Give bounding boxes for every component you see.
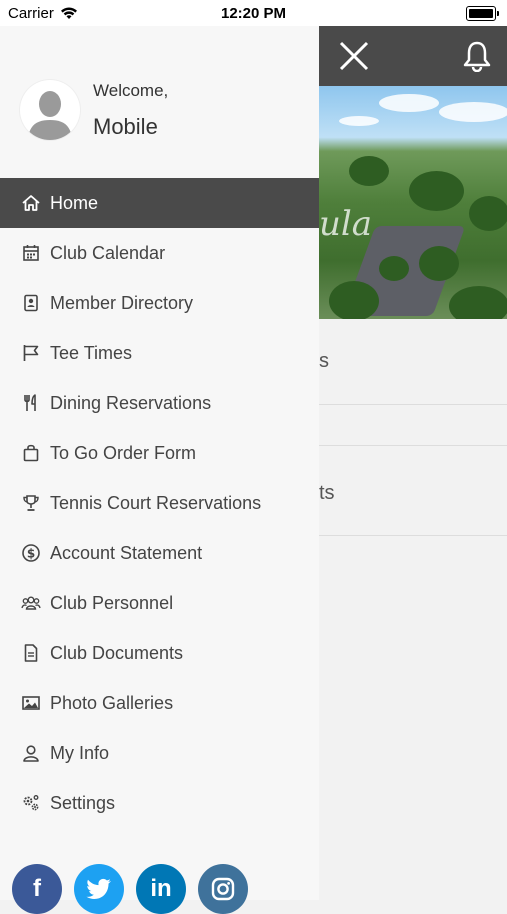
facebook-button[interactable]: f: [12, 864, 62, 914]
dollar-icon: $: [20, 542, 42, 564]
instagram-button[interactable]: [198, 864, 248, 914]
svg-text:$: $: [27, 546, 35, 560]
background-row[interactable]: s: [319, 320, 507, 405]
linkedin-icon: in: [150, 875, 172, 902]
menu-label: Tennis Court Reservations: [50, 492, 262, 513]
menu-item-club-personnel[interactable]: Club Personnel: [0, 578, 319, 628]
directory-icon: [20, 292, 42, 314]
linkedin-button[interactable]: in: [136, 864, 186, 914]
menu-item-photo-galleries[interactable]: Photo Galleries: [0, 678, 319, 728]
social-links: f in: [12, 864, 248, 914]
menu-item-account-statement[interactable]: $ Account Statement: [0, 528, 319, 578]
hero-script-text: ula: [319, 204, 373, 244]
facebook-icon: f: [33, 875, 41, 902]
wifi-icon: [60, 7, 77, 19]
status-bar: Carrier 12:20 PM: [0, 0, 507, 26]
menu-item-home[interactable]: Home: [0, 178, 319, 228]
menu-item-dining-reservations[interactable]: Dining Reservations: [0, 378, 319, 428]
battery-group: [466, 5, 499, 21]
home-icon: [20, 192, 42, 214]
user-icon: [20, 742, 42, 764]
menu-item-member-directory[interactable]: Member Directory: [0, 278, 319, 328]
menu-label: My Info: [50, 742, 110, 763]
menu-label: Club Documents: [50, 642, 184, 663]
bell-icon[interactable]: [462, 40, 492, 72]
menu-item-tee-times[interactable]: Tee Times: [0, 328, 319, 378]
menu-label: Photo Galleries: [50, 692, 174, 713]
user-avatar-icon: [28, 91, 72, 140]
menu-item-club-calendar[interactable]: Club Calendar: [0, 228, 319, 278]
background-row[interactable]: ts: [319, 446, 507, 536]
navigation-drawer: Welcome, Mobile Home Club Calendar Membe…: [0, 26, 319, 914]
menu-label: Dining Reservations: [50, 392, 212, 413]
menu-label: Tee Times: [50, 342, 133, 363]
menu-item-club-documents[interactable]: Club Documents: [0, 628, 319, 678]
menu-item-settings[interactable]: Settings: [0, 778, 319, 828]
shopping-bag-icon: [20, 442, 42, 464]
image-icon: [20, 692, 42, 714]
drawer-menu: Home Club Calendar Member Directory Tee …: [0, 178, 319, 828]
people-icon: [20, 592, 42, 614]
menu-label: Club Personnel: [50, 592, 174, 613]
calendar-icon: [20, 242, 42, 264]
menu-label: Club Calendar: [50, 242, 166, 263]
avatar[interactable]: [20, 80, 80, 140]
clock: 12:20 PM: [220, 4, 287, 22]
gears-icon: [20, 792, 42, 814]
menu-label: Member Directory: [50, 292, 194, 313]
carrier-label: Carrier: [8, 4, 54, 22]
hero-image: ula: [319, 86, 507, 319]
document-icon: [20, 642, 42, 664]
menu-label: To Go Order Form: [50, 442, 197, 463]
utensils-icon: [20, 392, 42, 414]
menu-label: Account Statement: [50, 542, 203, 563]
close-icon[interactable]: [338, 40, 370, 72]
instagram-icon: [211, 877, 235, 901]
menu-item-my-info[interactable]: My Info: [0, 728, 319, 778]
carrier-group: Carrier: [8, 5, 78, 22]
twitter-button[interactable]: [74, 864, 124, 914]
menu-item-tennis-court-reservations[interactable]: Tennis Court Reservations: [0, 478, 319, 528]
menu-item-to-go-order-form[interactable]: To Go Order Form: [0, 428, 319, 478]
battery-icon: [466, 5, 496, 21]
background-row[interactable]: [319, 405, 507, 446]
username: Mobile: [93, 114, 158, 139]
twitter-icon: [86, 878, 111, 899]
trophy-icon: [20, 492, 42, 514]
flag-icon: [20, 342, 42, 364]
menu-label: Home: [50, 192, 99, 213]
welcome-text: Welcome,: [93, 81, 169, 100]
menu-label: Settings: [50, 792, 116, 813]
